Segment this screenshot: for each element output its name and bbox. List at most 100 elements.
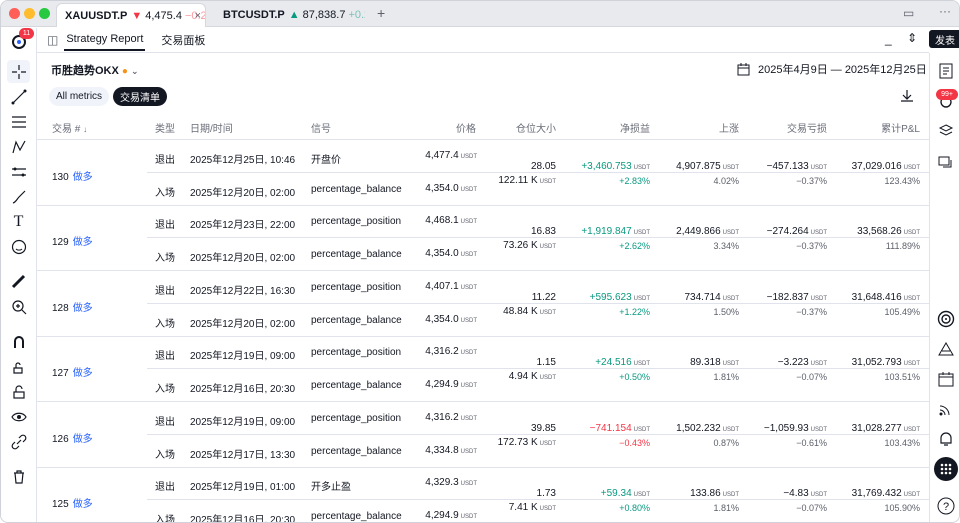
date-range-text: 2025年4月9日 — 2025年12月25日 (758, 64, 927, 76)
zoom-in-icon[interactable] (7, 295, 30, 318)
column-type: 类型 (155, 124, 175, 135)
unit-label: USDT (460, 514, 477, 520)
close-tab-icon[interactable]: × (195, 10, 201, 22)
pattern-icon[interactable] (7, 135, 30, 158)
new-tab-plus-icon[interactable]: + (377, 5, 385, 21)
trade-price: 4,316.2 USDT (397, 412, 477, 423)
broadcast-icon[interactable] (934, 397, 958, 421)
fib-lines-icon[interactable] (7, 110, 30, 133)
trade-type: 入场 (155, 253, 175, 265)
trade-price-value: 4,334.8 (425, 444, 459, 456)
bell-icon[interactable] (934, 427, 958, 451)
trade-number-cell: 130 做多 (52, 168, 93, 183)
trade-number-cell: 125 做多 (52, 495, 93, 510)
lock-drawing-icon[interactable] (7, 355, 30, 378)
net-pnl: +59.34 USDT (557, 488, 650, 499)
maximize-window-button[interactable] (39, 8, 50, 19)
alerts-badge: 99+ (936, 89, 958, 100)
tab-trading-panel[interactable]: 交易面板 (159, 28, 207, 52)
runup-value: 734.714 (684, 291, 721, 303)
minimize-panel-icon[interactable]: _ (885, 32, 892, 46)
trade-price: 4,407.1 USDT (397, 281, 477, 292)
link-icon[interactable] (7, 430, 30, 453)
trade-direction[interactable]: 做多 (73, 172, 93, 183)
net-pnl-percent: +0.50% (619, 372, 650, 383)
download-icon[interactable] (899, 88, 915, 109)
close-window-button[interactable] (9, 8, 20, 19)
net-pnl-value: +3,460.753 (581, 161, 632, 172)
emoji-icon[interactable] (7, 235, 30, 258)
unit-label: USDT (460, 448, 477, 455)
trade-row[interactable]: 130 做多 退出 2025年12月25日, 10:46 开盘价 4,477.4 USDT 入… (37, 141, 929, 206)
drawdown: −4.83 USDT (737, 488, 827, 499)
trade-price-value: 4,316.2 (425, 411, 459, 423)
chat-icon[interactable] (934, 151, 958, 175)
trade-number-cell: 127 做多 (52, 364, 93, 379)
magnet-icon[interactable] (7, 330, 30, 353)
projection-icon[interactable] (7, 160, 30, 183)
drawdown-percent: −0.37% (796, 306, 827, 317)
runup-percent: 0.87% (713, 437, 739, 448)
trade-row[interactable]: 125 做多 退出 2025年12月19日, 01:00 开多止盈 4,329.3 USDT… (37, 468, 929, 523)
trade-signal: percentage_position (311, 347, 402, 359)
drawdown: −1,059.93 USDT (737, 423, 827, 434)
net-pnl-value: +595.623 (589, 291, 632, 303)
drawdown-percent: −0.37% (796, 241, 827, 252)
trade-signal: percentage_position (311, 412, 402, 424)
trash-icon[interactable] (7, 465, 30, 488)
trade-direction[interactable]: 做多 (73, 237, 93, 248)
size-value-amount: 7.41 K (508, 502, 538, 513)
trade-number: 125 (52, 499, 69, 510)
calendar-icon[interactable] (934, 367, 958, 391)
size-value-amount: 122.11 K (498, 175, 538, 186)
strategy-badge-icon: ● (121, 66, 128, 77)
trade-row[interactable]: 129 做多 退出 2025年12月23日, 22:00 percentage_posi… (37, 206, 929, 272)
runup: 133.86 USDT (647, 488, 739, 499)
crosshair-icon[interactable] (7, 60, 30, 83)
trade-row[interactable]: 126 做多 退出 2025年12月19日, 09:00 percentage_posi… (37, 403, 929, 468)
text-tool-icon[interactable]: T (7, 210, 30, 233)
trade-price: 4,354.0 USDT (397, 183, 477, 194)
unlock-icon[interactable] (7, 380, 30, 403)
tab-xauusdt[interactable]: XAUUSDT.P ▼ 4,475.4 −0.2 × (56, 3, 206, 27)
mountain-icon[interactable] (934, 337, 958, 361)
trade-direction[interactable]: 做多 (73, 499, 93, 510)
layout-icon[interactable]: ▭ (903, 6, 914, 20)
strategy-name: 币胜趋势OKX (51, 65, 119, 77)
publish-button[interactable]: 发表 (929, 30, 959, 48)
more-icon[interactable]: ··· (939, 4, 951, 18)
tab-strategy-report[interactable]: Strategy Report (64, 29, 146, 51)
trade-direction[interactable]: 做多 (73, 303, 93, 314)
trade-price: 4,354.0 USDT (397, 248, 477, 259)
unit-label: USDT (903, 426, 920, 433)
unit-label: USDT (460, 154, 477, 160)
trade-direction[interactable]: 做多 (73, 434, 93, 445)
trade-type: 入场 (155, 449, 175, 461)
column-trade-no[interactable]: 交易 # ↓ (52, 120, 87, 135)
tab-btcusdt[interactable]: BTCUSDT.P ▲ 87,838.7 +0.2 (215, 3, 365, 27)
target-icon[interactable] (934, 307, 958, 331)
trade-row[interactable]: 128 做多 退出 2025年12月22日, 16:30 percentage_posi… (37, 272, 929, 337)
eye-icon[interactable] (7, 405, 30, 428)
trade-direction[interactable]: 做多 (73, 368, 93, 379)
date-range-selector[interactable]: 2025年4月9日 — 2025年12月25日 ⌄ (737, 61, 938, 77)
strategy-selector[interactable]: 币胜趋势OKX ● ⌄ (51, 62, 139, 78)
drawdown: −457.133 USDT (737, 161, 827, 172)
trade-list-button[interactable]: 交易清单 (113, 87, 167, 106)
help-icon[interactable]: ? (934, 494, 958, 518)
apps-grid-icon[interactable] (934, 457, 958, 481)
size-quantity: 11.22 (531, 291, 556, 303)
all-metrics-button[interactable]: All metrics (49, 87, 109, 106)
maximize-panel-icon[interactable]: ⇕ (907, 31, 917, 45)
ruler-icon[interactable] (7, 270, 30, 293)
trade-row[interactable]: 127 做多 退出 2025年12月19日, 09:00 percentage_posi… (37, 337, 929, 403)
size-quantity: 28.05 (530, 161, 556, 172)
trend-line-icon[interactable] (7, 85, 30, 108)
watchlist-icon[interactable] (934, 59, 958, 83)
drawdown-value: −1,059.93 (763, 422, 809, 434)
layers-icon[interactable] (934, 119, 958, 143)
trade-type: 入场 (155, 515, 175, 523)
minimize-window-button[interactable] (24, 8, 35, 19)
cumulative-pnl-percent: 105.49% (884, 306, 920, 317)
brush-icon[interactable] (7, 185, 30, 208)
